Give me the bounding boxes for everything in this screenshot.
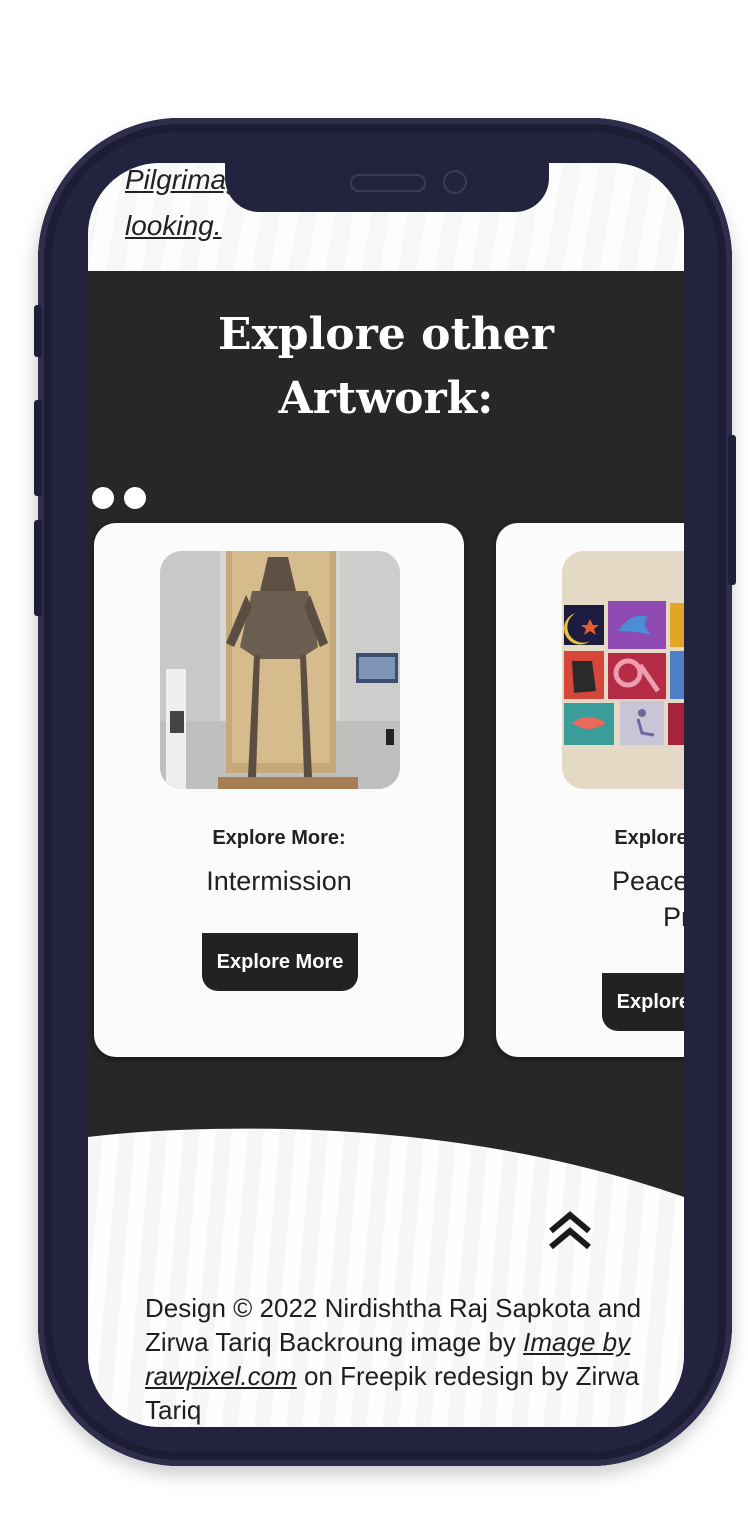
explore-more-button[interactable]: Explore More [602, 973, 684, 1031]
card-kicker: Explore More: [212, 827, 346, 849]
phone-side-button-volume-up [34, 400, 42, 496]
carousel-indicator-dot[interactable] [124, 487, 146, 509]
footer-credits: Design © 2022 Nirdishtha Raj Sapkota and… [145, 1291, 645, 1427]
explore-more-button[interactable]: Explore More [202, 933, 358, 991]
card-title-line2: Project [662, 902, 684, 932]
section-heading-line2: Artwork: [278, 373, 494, 424]
phone-notch [225, 162, 549, 212]
section-wave-divider [88, 1063, 684, 1197]
speaker-grille [350, 174, 426, 192]
artwork-card: Explore More: Peace Sign Project Explore… [496, 523, 684, 1057]
card-title: Intermission [206, 866, 352, 896]
carousel-indicator-dot[interactable] [92, 487, 114, 509]
card-title-line1: Peace Sign [611, 866, 684, 896]
phone-side-button-volume-down [34, 520, 42, 616]
quilt-image [562, 551, 684, 789]
phone-side-button-power [728, 435, 736, 585]
double-chevron-up-icon [549, 1211, 591, 1250]
card-kicker: Explore More: [614, 827, 684, 849]
back-to-top-button[interactable] [543, 1209, 597, 1253]
phone-side-button-silent [34, 305, 42, 357]
front-camera [443, 170, 467, 194]
sculpture-image [160, 551, 400, 789]
section-heading-line1: Explore other [218, 309, 554, 360]
explore-section: Explore other Artwork: Explore More: Int… [88, 271, 684, 1171]
artwork-card: Explore More: Intermission Explore More [94, 523, 464, 1057]
sculpture-photo [160, 551, 400, 789]
quilt-photo [562, 551, 684, 789]
card-title: Peace Sign Project [496, 863, 684, 935]
phone-screen: Pilgrimage of looking / The Art of looki… [88, 163, 684, 1427]
section-heading: Explore other Artwork: [128, 303, 644, 431]
